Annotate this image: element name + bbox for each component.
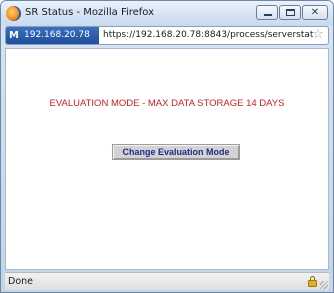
site-favicon-icon: M: [9, 30, 19, 41]
address-bar[interactable]: M 192.168.20.78 https://192.168.20.78:88…: [5, 26, 329, 45]
firefox-icon: [6, 6, 21, 21]
resize-grip[interactable]: [320, 281, 328, 289]
close-button[interactable]: ✕: [302, 5, 328, 20]
maximize-icon: [286, 9, 295, 16]
status-bar: Done: [5, 272, 329, 290]
url-text[interactable]: https://192.168.20.78:8843/process/serve…: [103, 27, 313, 44]
page-content: EVALUATION MODE - MAX DATA STORAGE 14 DA…: [5, 48, 329, 270]
site-identity-label: 192.168.20.78: [24, 30, 90, 40]
evaluation-mode-message: EVALUATION MODE - MAX DATA STORAGE 14 DA…: [49, 98, 285, 109]
lock-icon[interactable]: [308, 276, 317, 287]
window-title: SR Status - Mozilla Firefox: [25, 7, 155, 18]
status-text: Done: [8, 276, 33, 287]
change-evaluation-mode-button[interactable]: Change Evaluation Mode: [112, 144, 240, 160]
title-bar[interactable]: SR Status - Mozilla Firefox ✕: [1, 1, 333, 26]
browser-window: SR Status - Mozilla Firefox ✕ M 192.168.…: [0, 0, 334, 293]
lock-body: [308, 280, 317, 287]
site-identity-button[interactable]: M 192.168.20.78: [6, 27, 99, 44]
bookmark-star-icon[interactable]: ☆: [311, 28, 325, 42]
close-icon: ✕: [310, 7, 320, 18]
maximize-button[interactable]: [279, 5, 301, 20]
minimize-button[interactable]: [256, 5, 278, 20]
window-controls: ✕: [256, 5, 328, 21]
minimize-icon: [264, 14, 272, 16]
